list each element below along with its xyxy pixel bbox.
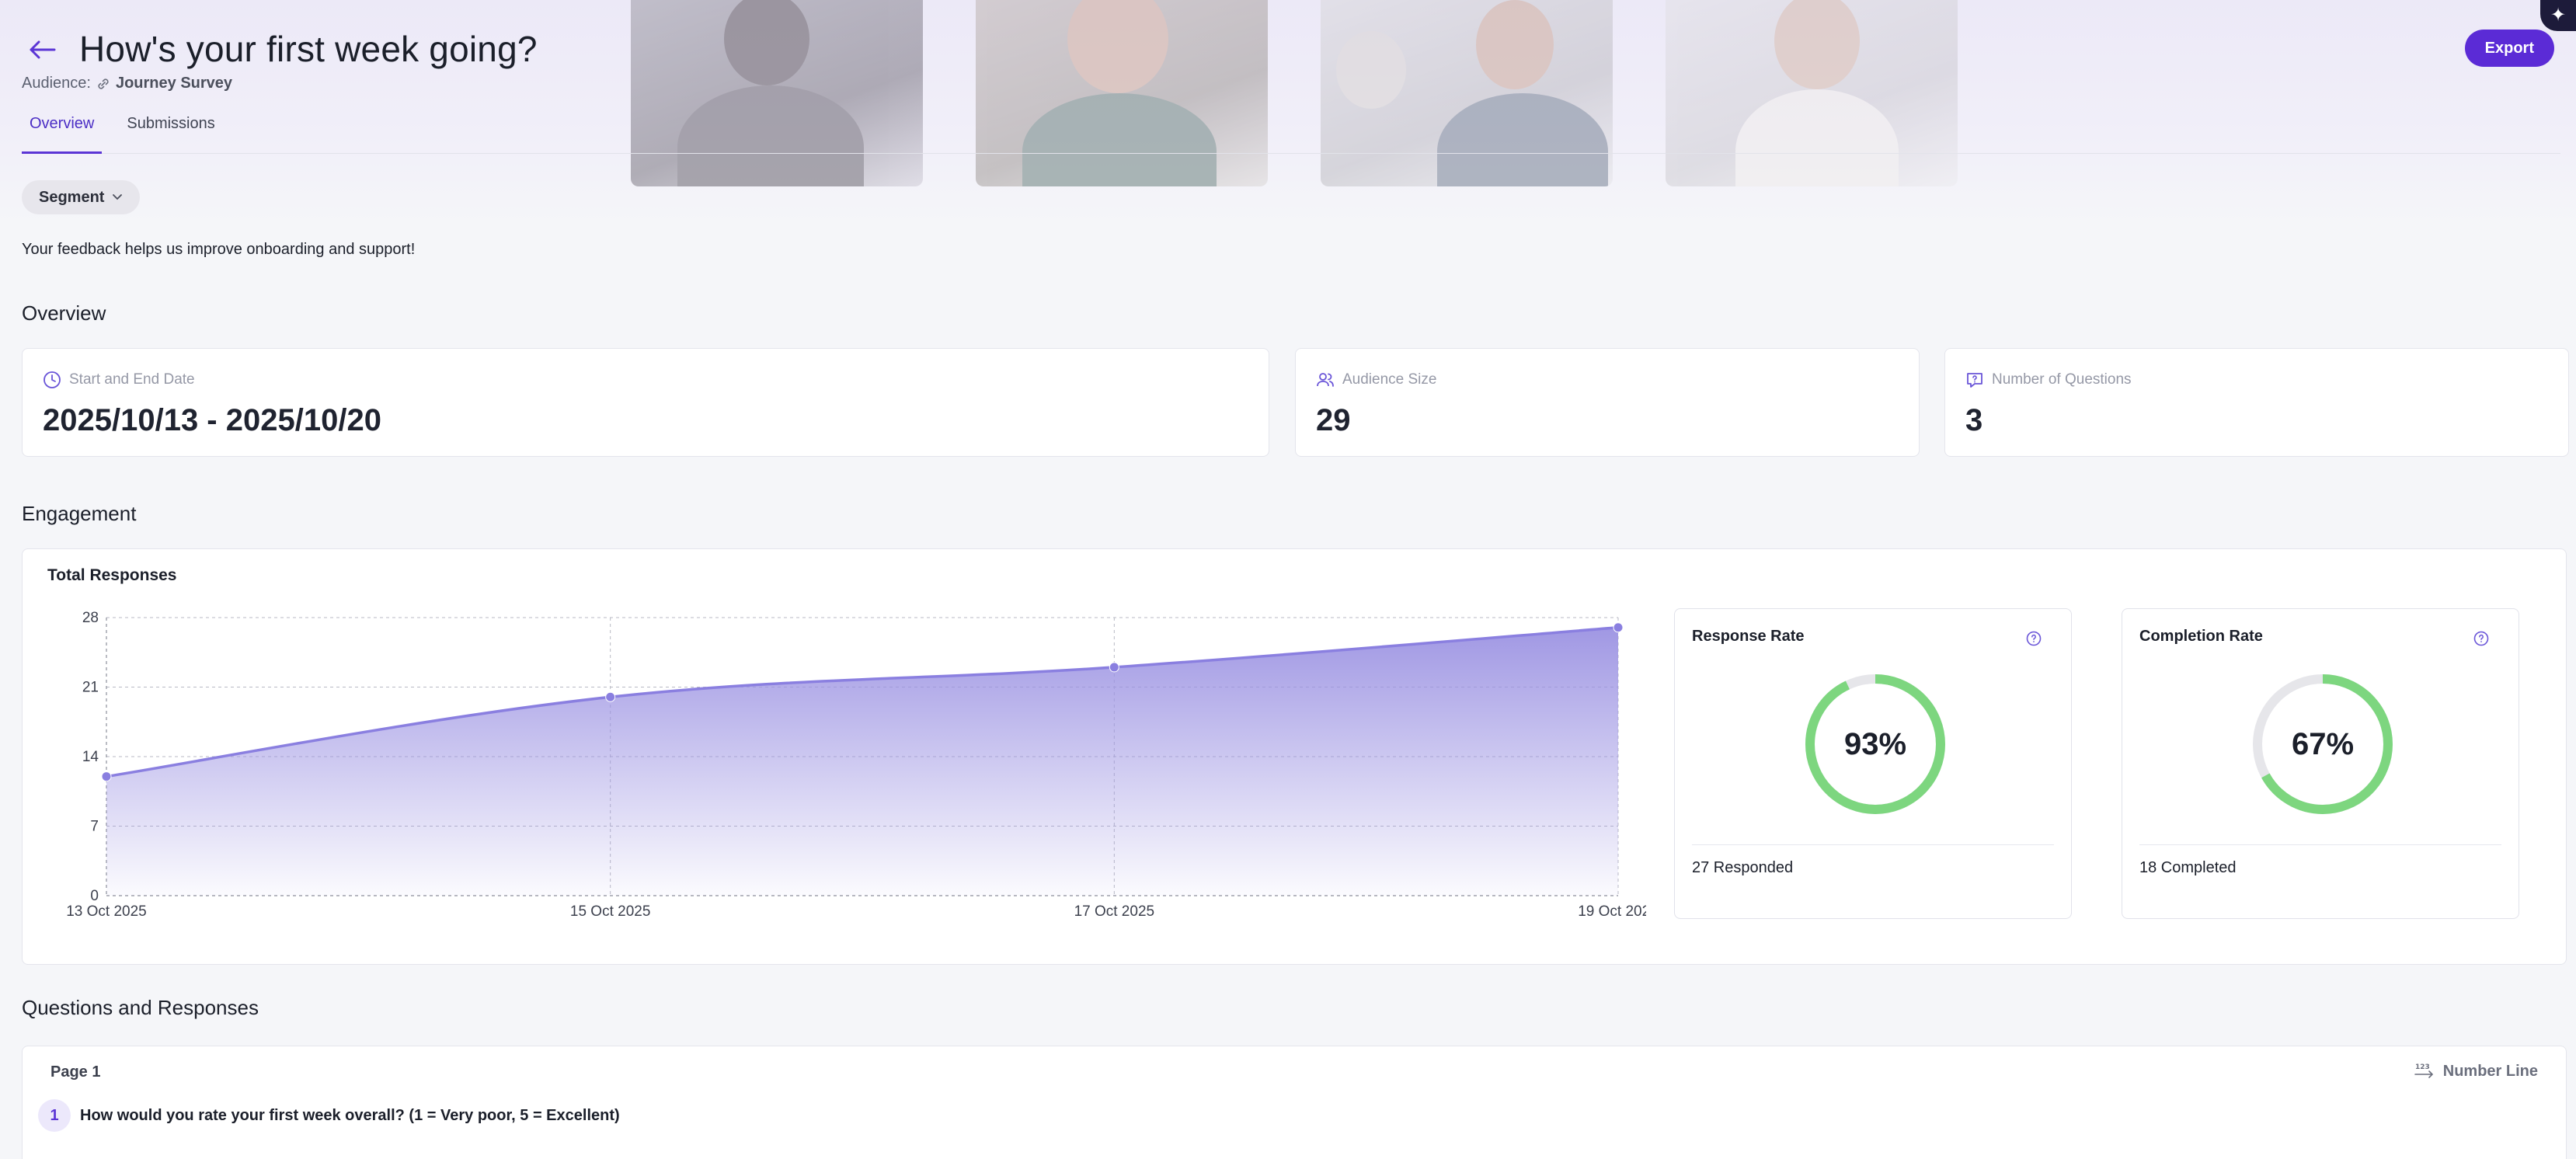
engagement-heading: Engagement [22,502,137,525]
link-icon [98,78,109,89]
tab-submissions[interactable]: Submissions [119,109,222,154]
response-rate-footer: 27 Responded [1692,859,1794,876]
x-tick-label: 15 Oct 2025 [570,903,651,920]
divider [1692,844,2054,845]
engagement-card: Total Responses 0 7 14 21 28 13 Oct 2025 15 Oc… [22,548,2567,965]
stat-label: Start and End Date [69,371,195,388]
divider [2139,844,2501,845]
stat-label: Audience Size [1342,371,1437,388]
question-number: 1 [38,1099,71,1132]
audience-line: Audience: Journey Survey [22,75,232,92]
overview-heading: Overview [22,301,106,325]
data-point [101,771,112,782]
page-title: How's your first week going? [79,29,538,69]
series-area [106,627,1618,896]
segment-label: Segment [39,188,105,206]
segment-dropdown[interactable]: Segment [22,180,141,214]
question-text: How would you rate your first week overa… [80,1107,620,1124]
stat-value: 2025/10/13 - 2025/10/20 [43,403,381,437]
completion-rate-title: Completion Rate [2139,628,2263,645]
completion-rate-value: 67% [2291,726,2355,761]
svg-text:123: 123 [2415,1063,2430,1071]
arrow-left-icon [30,40,56,59]
stat-label: Number of Questions [1992,371,2132,388]
sparkle-icon: ✦ [2550,5,2567,26]
completion-rate-card: Completion Rate 67% 18 Completed [2122,608,2519,919]
number-line-toggle[interactable]: 123 Number Line [2414,1062,2538,1081]
response-rate-value: 93% [1843,726,1907,761]
data-point [605,691,616,702]
y-tick-label: 28 [82,610,99,626]
clock-icon [44,371,61,388]
data-point [1613,622,1624,633]
help-icon[interactable] [2473,631,2489,646]
y-tick-label: 7 [90,819,99,835]
banner-photo-1 [631,0,923,186]
audience-link[interactable]: Journey Survey [116,75,232,92]
x-tick-label: 19 Oct 2025 [1578,903,1646,920]
banner-photo-3 [1321,0,1613,186]
survey-description: Your feedback helps us improve onboardin… [22,241,416,258]
x-tick-label: 13 Oct 2025 [66,903,147,920]
total-responses-chart: 0 7 14 21 28 13 Oct 2025 15 Oct 2025 17 Oct 202… [66,610,1646,920]
stat-value: 3 [1965,403,1983,437]
x-tick-label: 17 Oct 2025 [1074,903,1155,920]
tab-bar: Overview Submissions [22,109,2560,154]
stat-card-audience-size: Audience Size 29 [1295,348,1920,457]
y-tick-label: 14 [82,749,99,765]
help-icon[interactable] [2026,631,2042,646]
number-line-icon: 123 [2414,1063,2433,1078]
banner-photo-4 [1666,0,1958,186]
y-tick-label: 21 [82,680,99,696]
response-rate-card: Response Rate 93% 27 Responded [1674,608,2072,919]
tab-overview[interactable]: Overview [22,109,103,154]
chevron-down-icon [113,194,123,200]
stat-value: 29 [1316,403,1351,437]
banner-photo-2 [976,0,1268,186]
page-label: Page 1 [50,1063,101,1081]
data-point [1109,662,1119,673]
questions-card: Page 1 123 Number Line 1 How would you r… [22,1046,2567,1159]
export-button[interactable]: Export [2464,30,2554,67]
completion-rate-footer: 18 Completed [2139,859,2237,876]
question-message-icon [1967,373,1982,388]
number-line-label: Number Line [2442,1062,2538,1080]
users-icon [1317,373,1334,387]
questions-heading: Questions and Responses [22,996,259,1019]
audience-label: Audience: [22,75,91,92]
stat-card-questions: Number of Questions 3 [1944,348,2569,457]
back-button[interactable] [25,34,59,65]
response-rate-title: Response Rate [1692,628,1805,645]
ai-sparkle-button[interactable]: ✦ [2540,0,2576,31]
y-tick-label: 0 [90,888,99,904]
stat-card-dates: Start and End Date 2025/10/13 - 2025/10/… [22,348,1269,457]
